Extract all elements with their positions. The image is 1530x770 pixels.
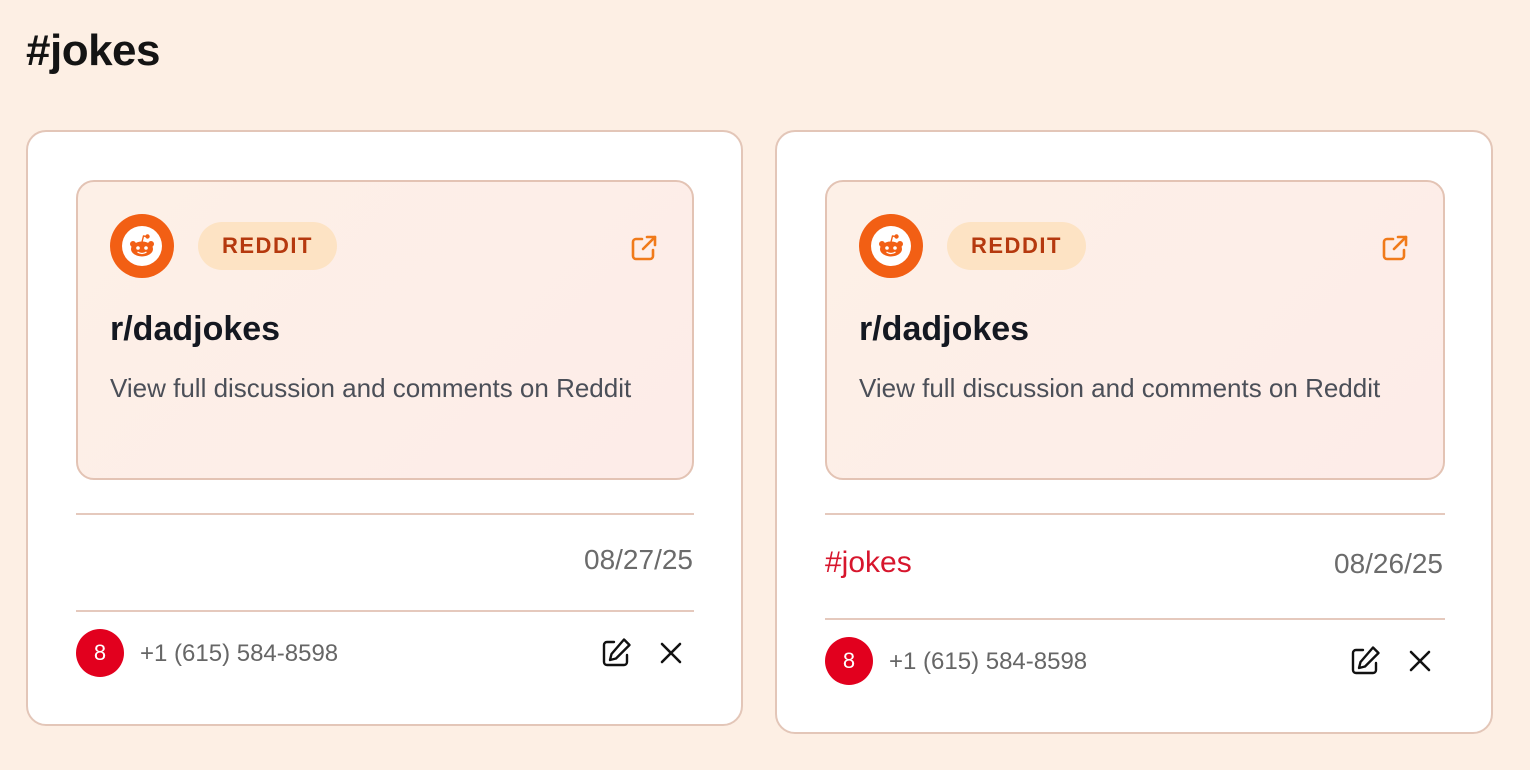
author-phone: +1 (615) 584-8598 [140,640,339,667]
close-icon[interactable] [1402,643,1438,679]
hashtag-link[interactable]: #jokes [825,546,912,580]
link-preview[interactable]: REDDIT r/dadjokes View full discussion a… [825,180,1445,480]
link-preview[interactable]: REDDIT r/dadjokes View full discussion a… [76,180,694,480]
divider [825,513,1445,515]
reddit-logo-icon [110,214,174,278]
divider [76,513,694,515]
divider [825,618,1445,620]
preview-description: View full discussion and comments on Red… [859,373,1381,403]
post-card: REDDIT r/dadjokes View full discussion a… [26,130,743,726]
post-card: REDDIT r/dadjokes View full discussion a… [775,130,1493,734]
source-badge: REDDIT [947,222,1086,270]
edit-icon[interactable] [1347,643,1383,679]
avatar: 8 [825,637,873,685]
external-link-icon[interactable] [1379,232,1411,264]
post-date: 08/27/25 [584,544,693,575]
close-icon[interactable] [653,635,689,671]
reddit-logo-icon [859,214,923,278]
subreddit-title: r/dadjokes [110,310,281,348]
post-date: 08/26/25 [1334,548,1443,579]
author-phone: +1 (615) 584-8598 [889,648,1088,675]
source-badge: REDDIT [198,222,337,270]
external-link-icon[interactable] [628,232,660,264]
divider [76,610,694,612]
edit-icon[interactable] [598,635,634,671]
preview-description: View full discussion and comments on Red… [110,373,632,403]
avatar: 8 [76,629,124,677]
subreddit-title: r/dadjokes [859,310,1030,348]
page-title: #jokes [26,26,160,75]
